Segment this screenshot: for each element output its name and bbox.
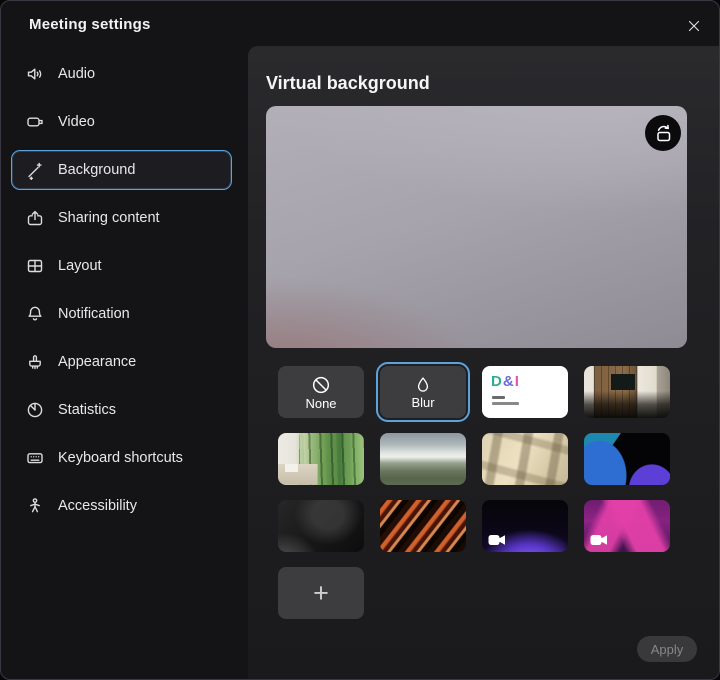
sidebar-item-keyboard-shortcuts[interactable]: Keyboard shortcuts bbox=[11, 438, 232, 478]
bg-option-porch-garden[interactable] bbox=[278, 433, 364, 485]
water-drop-icon bbox=[413, 375, 433, 395]
sidebar-item-layout[interactable]: Layout bbox=[11, 246, 232, 286]
sidebar-item-background[interactable]: Background bbox=[11, 150, 232, 190]
bg-option-none[interactable]: None bbox=[278, 366, 364, 418]
layout-grid-icon bbox=[25, 256, 45, 276]
dni-logo-text: D&I bbox=[491, 374, 520, 389]
dni-small-text-line bbox=[492, 396, 505, 399]
bg-option-window-light[interactable] bbox=[482, 433, 568, 485]
bg-option-blur[interactable]: Blur bbox=[380, 366, 466, 418]
sidebar-item-label: Layout bbox=[58, 258, 102, 274]
sidebar-item-audio[interactable]: Audio bbox=[11, 54, 232, 94]
sidebar-item-statistics[interactable]: Statistics bbox=[11, 390, 232, 430]
add-background-button[interactable]: + bbox=[278, 567, 364, 619]
keyboard-icon bbox=[25, 448, 45, 468]
video-camera-icon bbox=[25, 112, 45, 132]
sidebar-item-video[interactable]: Video bbox=[11, 102, 232, 142]
sidebar-item-label: Notification bbox=[58, 306, 130, 322]
meeting-settings-dialog: Meeting settings Audio Video Background bbox=[0, 0, 720, 680]
sidebar-item-sharing-content[interactable]: Sharing content bbox=[11, 198, 232, 238]
sidebar-item-label: Appearance bbox=[58, 354, 136, 370]
dni-small-text-line bbox=[492, 402, 519, 405]
video-camera-icon bbox=[488, 534, 506, 546]
bg-option-pink-waves-video[interactable] bbox=[584, 500, 670, 552]
background-options-grid: None Blur D&I bbox=[278, 366, 670, 619]
option-label: Blur bbox=[411, 396, 434, 409]
flip-camera-button[interactable] bbox=[645, 115, 681, 151]
bell-icon bbox=[25, 304, 45, 324]
option-label: None bbox=[305, 397, 336, 410]
bg-option-abstract-blue-purple[interactable] bbox=[584, 433, 670, 485]
close-button[interactable] bbox=[682, 14, 706, 38]
camera-preview bbox=[266, 106, 687, 348]
bg-option-office-room[interactable] bbox=[584, 366, 670, 418]
dialog-title: Meeting settings bbox=[29, 16, 151, 33]
flip-camera-icon bbox=[651, 121, 675, 145]
bg-option-blurred-mountains[interactable] bbox=[380, 433, 466, 485]
video-camera-icon bbox=[590, 534, 608, 546]
speaker-icon bbox=[25, 64, 45, 84]
sidebar-item-label: Background bbox=[58, 162, 135, 178]
bg-option-orange-lava[interactable] bbox=[380, 500, 466, 552]
sidebar-item-notification[interactable]: Notification bbox=[11, 294, 232, 334]
plus-icon: + bbox=[313, 580, 329, 607]
virtual-background-panel: Virtual background None Blur bbox=[248, 46, 719, 679]
sidebar-item-label: Sharing content bbox=[58, 210, 160, 226]
close-icon bbox=[685, 17, 703, 35]
panel-title: Virtual background bbox=[266, 73, 430, 94]
sidebar-item-label: Keyboard shortcuts bbox=[58, 450, 183, 466]
share-screen-icon bbox=[25, 208, 45, 228]
sidebar-item-label: Video bbox=[58, 114, 95, 130]
sidebar-item-label: Statistics bbox=[58, 402, 116, 418]
prohibition-icon bbox=[310, 374, 332, 396]
bg-option-dni-logo[interactable]: D&I bbox=[482, 366, 568, 418]
sidebar-item-label: Audio bbox=[58, 66, 95, 82]
bg-option-dark-gray-swirl[interactable] bbox=[278, 500, 364, 552]
titlebar: Meeting settings bbox=[1, 1, 719, 46]
magic-wand-icon bbox=[25, 160, 45, 180]
apply-button[interactable]: Apply bbox=[637, 636, 697, 662]
sidebar-item-label: Accessibility bbox=[58, 498, 137, 514]
bg-option-purple-glow-video[interactable] bbox=[482, 500, 568, 552]
pie-chart-icon bbox=[25, 400, 45, 420]
sidebar-item-accessibility[interactable]: Accessibility bbox=[11, 486, 232, 526]
settings-sidebar: Audio Video Background Sharing content L bbox=[1, 46, 248, 679]
paint-brush-icon bbox=[25, 352, 45, 372]
accessibility-icon bbox=[25, 496, 45, 516]
sidebar-item-appearance[interactable]: Appearance bbox=[11, 342, 232, 382]
